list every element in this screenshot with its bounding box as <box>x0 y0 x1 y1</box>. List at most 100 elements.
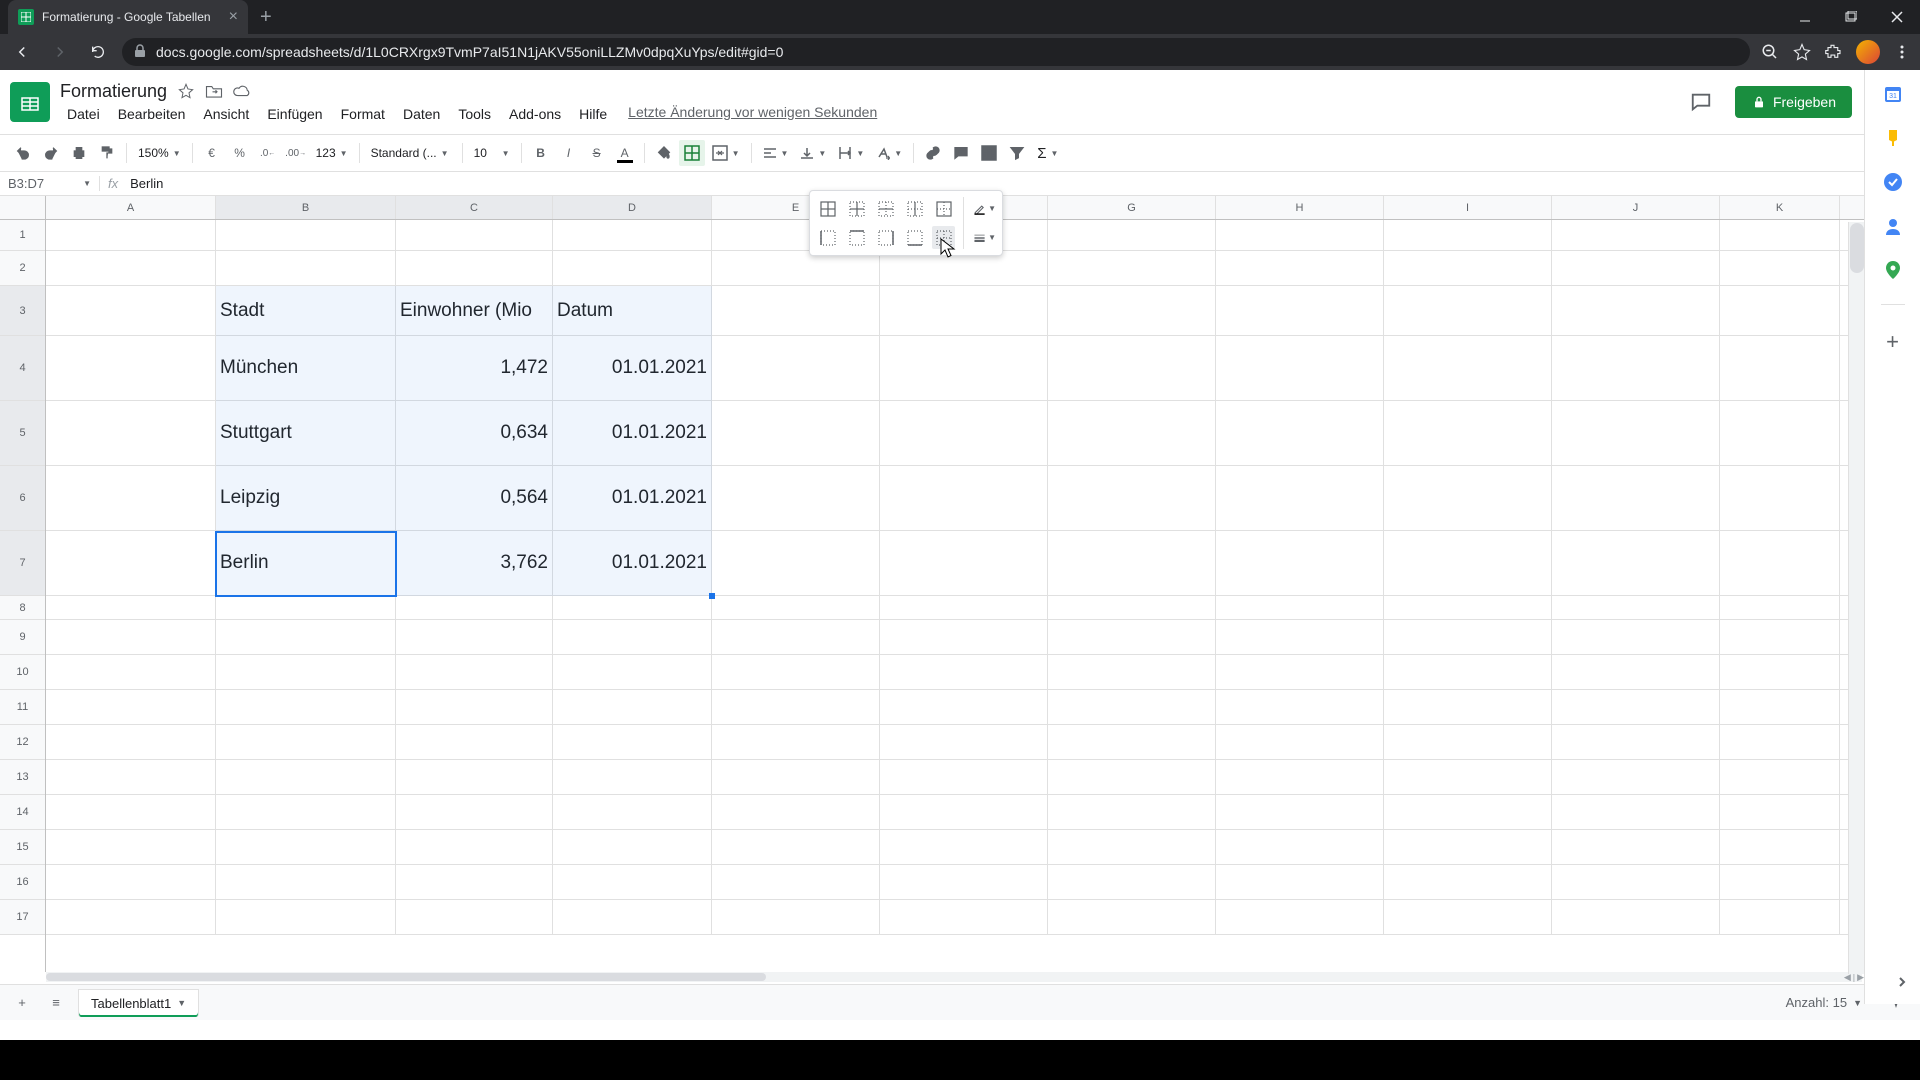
cell[interactable] <box>880 795 1048 829</box>
cell[interactable] <box>1384 900 1552 934</box>
cell[interactable] <box>1384 596 1552 619</box>
cell[interactable] <box>216 865 396 899</box>
strikethrough-button[interactable]: S <box>584 140 610 166</box>
cell[interactable] <box>553 795 712 829</box>
col-header-C[interactable]: C <box>396 196 553 219</box>
cell[interactable] <box>553 251 712 285</box>
cell[interactable]: 01.01.2021 <box>553 336 712 400</box>
row-header[interactable]: 11 <box>0 690 45 725</box>
cell[interactable] <box>712 760 880 794</box>
cell[interactable]: Datum <box>553 286 712 335</box>
cell[interactable] <box>1384 655 1552 689</box>
border-bottom-icon[interactable] <box>903 226 926 249</box>
bookmark-star-icon[interactable] <box>1792 42 1812 62</box>
new-tab-button[interactable]: + <box>260 6 272 29</box>
cell[interactable] <box>553 760 712 794</box>
cell[interactable] <box>880 596 1048 619</box>
cell[interactable]: 0,634 <box>396 401 553 465</box>
increase-decimal-button[interactable]: .00→ <box>283 140 309 166</box>
maps-icon[interactable] <box>1883 260 1903 280</box>
cell[interactable] <box>396 251 553 285</box>
cell[interactable] <box>396 830 553 864</box>
italic-button[interactable]: I <box>556 140 582 166</box>
cell[interactable] <box>1552 690 1720 724</box>
select-all-corner[interactable] <box>0 196 46 219</box>
cell[interactable] <box>1384 725 1552 759</box>
cell[interactable] <box>1216 725 1384 759</box>
cell[interactable] <box>712 725 880 759</box>
cell[interactable] <box>553 220 712 250</box>
cell[interactable] <box>1384 760 1552 794</box>
cell[interactable] <box>216 251 396 285</box>
cell[interactable] <box>216 596 396 619</box>
percent-button[interactable]: % <box>227 140 253 166</box>
menu-tools[interactable]: Tools <box>451 104 498 124</box>
cell[interactable] <box>1048 596 1216 619</box>
cell[interactable]: 01.01.2021 <box>553 531 712 595</box>
row-header[interactable]: 5 <box>0 401 45 466</box>
cell[interactable] <box>1720 286 1840 335</box>
cell[interactable] <box>1216 220 1384 250</box>
cell[interactable] <box>712 655 880 689</box>
cell[interactable] <box>46 900 216 934</box>
menu-addons[interactable]: Add-ons <box>502 104 568 124</box>
cell[interactable] <box>216 830 396 864</box>
contacts-icon[interactable] <box>1883 216 1903 236</box>
cell[interactable] <box>1216 655 1384 689</box>
nav-reload-button[interactable] <box>84 38 112 66</box>
share-button[interactable]: Freigeben <box>1735 86 1852 118</box>
cell[interactable] <box>46 760 216 794</box>
cell[interactable] <box>1216 251 1384 285</box>
decrease-decimal-button[interactable]: .0← <box>255 140 281 166</box>
cell[interactable] <box>553 865 712 899</box>
print-button[interactable] <box>66 140 92 166</box>
row-header[interactable]: 17 <box>0 900 45 935</box>
col-header-I[interactable]: I <box>1384 196 1552 219</box>
browser-tab[interactable]: Formatierung - Google Tabellen × <box>8 0 248 34</box>
cell[interactable] <box>1048 795 1216 829</box>
cell[interactable] <box>1720 251 1840 285</box>
cell[interactable]: 01.01.2021 <box>553 466 712 530</box>
cell[interactable]: 1,472 <box>396 336 553 400</box>
cell[interactable] <box>1216 865 1384 899</box>
cell[interactable] <box>1216 286 1384 335</box>
cell[interactable] <box>1552 596 1720 619</box>
cell[interactable] <box>1384 336 1552 400</box>
cell[interactable]: 01.01.2021 <box>553 401 712 465</box>
profile-avatar-small[interactable] <box>1856 40 1880 64</box>
cell[interactable] <box>880 830 1048 864</box>
cell[interactable] <box>1384 620 1552 654</box>
cloud-status-icon[interactable] <box>233 82 251 100</box>
menu-view[interactable]: Ansicht <box>196 104 256 124</box>
window-maximize[interactable] <box>1828 0 1874 34</box>
cell[interactable] <box>1720 795 1840 829</box>
cell[interactable] <box>1048 760 1216 794</box>
menu-insert[interactable]: Einfügen <box>260 104 329 124</box>
cell[interactable] <box>880 620 1048 654</box>
cell[interactable] <box>1216 620 1384 654</box>
cell[interactable] <box>553 655 712 689</box>
cell[interactable] <box>1216 401 1384 465</box>
cell[interactable] <box>396 900 553 934</box>
cell[interactable] <box>1720 466 1840 530</box>
cell[interactable] <box>1384 401 1552 465</box>
bold-button[interactable]: B <box>528 140 554 166</box>
cell[interactable] <box>553 596 712 619</box>
url-field[interactable]: docs.google.com/spreadsheets/d/1L0CRXrgx… <box>122 38 1750 66</box>
menu-edit[interactable]: Bearbeiten <box>111 104 193 124</box>
cell[interactable] <box>1720 655 1840 689</box>
cell[interactable] <box>1048 220 1216 250</box>
zoom-indicator-icon[interactable] <box>1760 42 1780 62</box>
col-header-J[interactable]: J <box>1552 196 1720 219</box>
cell[interactable] <box>712 830 880 864</box>
cell[interactable] <box>553 690 712 724</box>
cell[interactable] <box>1048 286 1216 335</box>
text-wrap-button[interactable]: ▼ <box>833 141 869 165</box>
cell[interactable] <box>396 690 553 724</box>
cell[interactable] <box>712 336 880 400</box>
cell[interactable] <box>46 655 216 689</box>
text-rotation-button[interactable]: ▼ <box>871 141 907 165</box>
cell[interactable] <box>1384 690 1552 724</box>
cell[interactable] <box>1552 795 1720 829</box>
row-header[interactable]: 1 <box>0 220 45 251</box>
